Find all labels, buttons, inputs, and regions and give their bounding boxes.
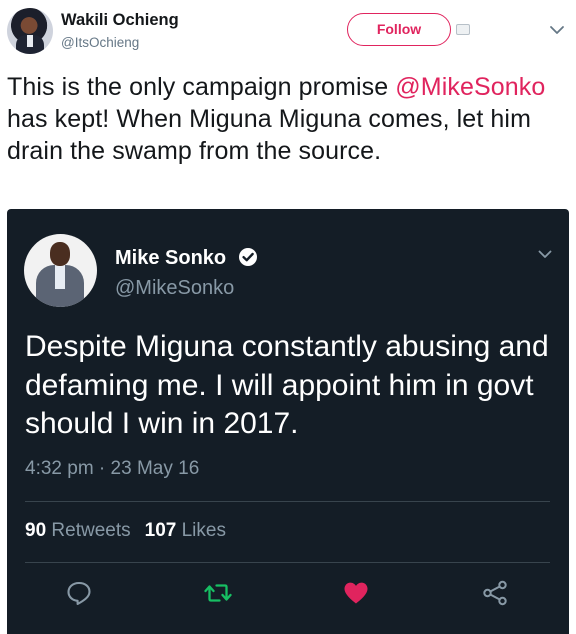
quoted-tweet-text: Despite Miguna constantly abusing and de… (25, 330, 549, 440)
retweet-icon[interactable] (204, 580, 232, 606)
likes-label[interactable]: Likes (182, 520, 226, 541)
author-name[interactable]: Wakili Ochieng (61, 11, 179, 30)
engagement-stats: 90 Retweets 107 Likes (25, 520, 226, 542)
likes-count[interactable]: 107 (145, 520, 177, 541)
verified-badge-icon (239, 248, 257, 266)
quoted-author-avatar[interactable] (24, 234, 97, 307)
tweet-text-end: has kept! When Miguna Miguna comes, let … (7, 105, 531, 165)
stats-divider-bottom (25, 562, 550, 563)
stats-divider-top (25, 501, 550, 502)
heart-icon[interactable] (342, 580, 370, 606)
follow-badge-icon (456, 24, 470, 35)
quoted-author-handle[interactable]: @MikeSonko (115, 277, 234, 300)
quoted-author-name[interactable]: Mike Sonko (115, 247, 226, 270)
author-avatar[interactable] (7, 8, 53, 54)
author-handle[interactable]: @ItsOchieng (61, 35, 139, 50)
follow-button[interactable]: Follow (347, 13, 451, 46)
tweet-text-start: This is the only campaign promise (7, 73, 396, 101)
chevron-down-icon[interactable] (538, 250, 552, 259)
tweet-timestamp[interactable]: 4:32 pm · 23 May 16 (25, 458, 199, 480)
quoted-tweet-card[interactable]: Mike Sonko @MikeSonko Despite Miguna con… (7, 209, 569, 634)
mention-link[interactable]: @MikeSonko (395, 73, 545, 101)
retweets-label[interactable]: Retweets (51, 520, 130, 541)
reply-icon[interactable] (65, 580, 93, 606)
tweet-header: Wakili Ochieng @ItsOchieng Follow (0, 0, 576, 62)
chevron-down-icon[interactable] (549, 25, 565, 35)
share-icon[interactable] (481, 580, 509, 606)
retweets-count[interactable]: 90 (25, 520, 46, 541)
tweet-text: This is the only campaign promise @MikeS… (7, 71, 569, 167)
